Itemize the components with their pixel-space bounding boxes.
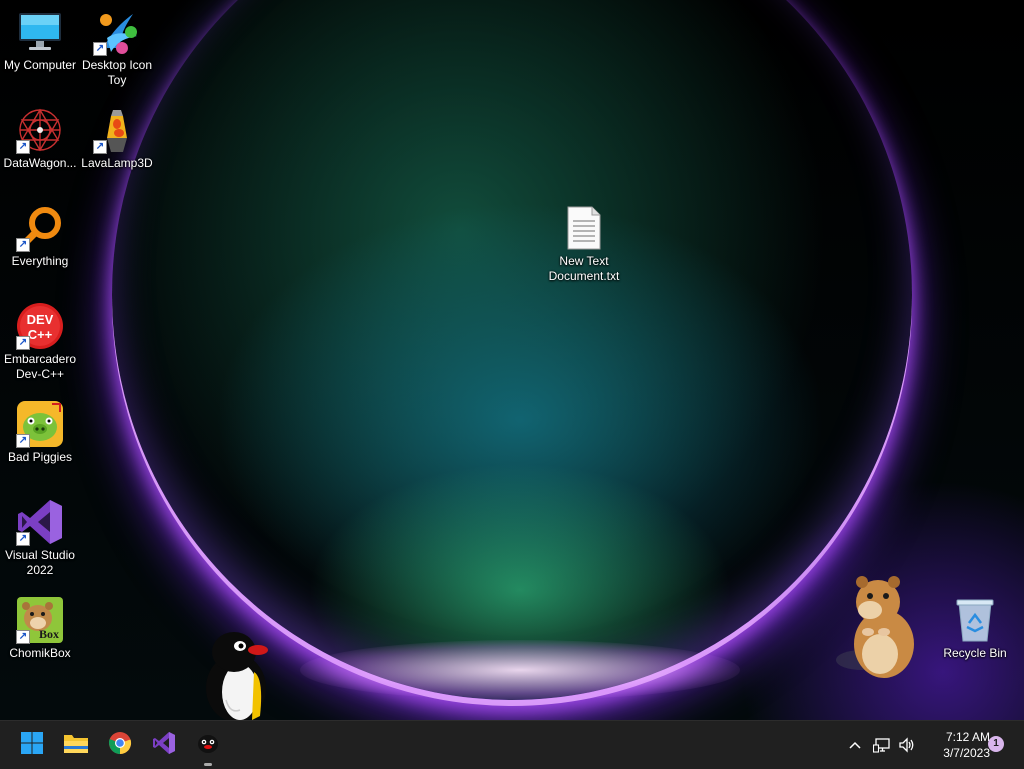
- shortcut-arrow-icon: ↗: [93, 140, 107, 154]
- desktop-icon-recycle-bin[interactable]: Recycle Bin: [935, 596, 1015, 661]
- clock-date: 3/7/2023: [943, 746, 990, 760]
- icon-label: LavaLamp3D: [81, 156, 153, 170]
- taskbar: 7:12 AM 3/7/2023: [0, 720, 1024, 769]
- taskbar-visual-studio[interactable]: [148, 729, 180, 761]
- shortcut-arrow-icon: ↗: [93, 42, 107, 56]
- text-file-icon: [560, 204, 608, 252]
- taskbar-clock[interactable]: 7:12 AM 3/7/2023: [922, 729, 990, 761]
- devcpp-icon: DEV C++ ↗: [16, 302, 64, 350]
- windows-logo-icon: [20, 731, 44, 760]
- notification-badge[interactable]: 1: [988, 736, 1004, 752]
- desktop-icon-bad-piggies[interactable]: ↗ Bad Piggies: [0, 400, 80, 465]
- taskbar-chrome[interactable]: [104, 729, 136, 761]
- taskbar-penguin-app[interactable]: [192, 729, 224, 766]
- shortcut-arrow-icon: ↗: [16, 630, 30, 644]
- desktop-icon-lavalamp3d[interactable]: ↗ LavaLamp3D: [77, 106, 157, 171]
- shortcut-arrow-icon: ↗: [16, 238, 30, 252]
- svg-text:DEV: DEV: [27, 312, 54, 327]
- visual-studio-icon: [152, 731, 176, 760]
- icon-label: Visual Studio 2022: [5, 548, 75, 577]
- running-indicator: [204, 763, 212, 766]
- penguin-mascot[interactable]: [200, 628, 272, 720]
- taskbar-file-explorer[interactable]: [60, 729, 92, 761]
- chevron-up-icon[interactable]: [845, 735, 865, 755]
- icon-label: Desktop Icon Toy: [81, 58, 153, 87]
- icon-label: My Computer: [3, 58, 77, 72]
- chrome-icon: [108, 731, 132, 760]
- icon-label: DataWagon...: [3, 156, 77, 170]
- svg-text:Box: Box: [39, 627, 59, 641]
- desktop-icon-chomikbox[interactable]: Box ↗ ChomikBox: [0, 596, 80, 661]
- icon-label: Everything: [11, 254, 69, 268]
- desktop-icon-everything[interactable]: ↗ Everything: [0, 204, 80, 269]
- wallpaper-orb: [112, 0, 912, 700]
- icon-label: Recycle Bin: [943, 646, 1007, 660]
- magnifier-icon: ↗: [16, 204, 64, 252]
- datawagon-icon: ↗: [16, 106, 64, 154]
- chomikbox-icon: Box ↗: [16, 596, 64, 644]
- desktop-icon-datawagon[interactable]: ↗ DataWagon...: [0, 106, 80, 171]
- visual-studio-icon: ↗: [16, 498, 64, 546]
- clock-time: 7:12 AM: [945, 730, 990, 744]
- hamster-mascot[interactable]: [832, 572, 922, 680]
- icon-label: Bad Piggies: [7, 450, 73, 464]
- lava-lamp-icon: ↗: [93, 106, 141, 154]
- desktop-icon-desktop-icon-toy[interactable]: ↗ Desktop Icon Toy: [77, 8, 157, 88]
- desktop-icon-visual-studio-2022[interactable]: ↗ Visual Studio 2022: [0, 498, 80, 578]
- network-icon[interactable]: [872, 735, 892, 755]
- folder-icon: [63, 732, 89, 759]
- bad-piggies-icon: ↗: [16, 400, 64, 448]
- icon-label: ChomikBox: [9, 646, 71, 660]
- desktop-icon-my-computer[interactable]: My Computer: [0, 8, 80, 73]
- desktop-icon-embarcadero-dev-cpp[interactable]: DEV C++ ↗ Embarcadero Dev-C++: [0, 302, 80, 382]
- icon-label: New Text Document.txt: [548, 254, 620, 283]
- penguin-icon: [196, 731, 220, 760]
- monitor-icon: [16, 8, 64, 56]
- shortcut-arrow-icon: ↗: [16, 434, 30, 448]
- desktop-icon-toy-icon: ↗: [93, 8, 141, 56]
- svg-text:C++: C++: [28, 327, 53, 342]
- shortcut-arrow-icon: ↗: [16, 336, 30, 350]
- desktop-icon-new-text-document[interactable]: New Text Document.txt: [544, 204, 624, 284]
- shortcut-arrow-icon: ↗: [16, 532, 30, 546]
- shortcut-arrow-icon: ↗: [16, 140, 30, 154]
- volume-icon[interactable]: [897, 735, 917, 755]
- desktop-wallpaper[interactable]: My Computer ↗ Desktop Icon Toy ↗ DataWag…: [0, 0, 1024, 720]
- icon-label: Embarcadero Dev-C++: [3, 352, 77, 381]
- start-button[interactable]: [16, 729, 48, 761]
- recycle-bin-icon: [951, 596, 999, 644]
- wallpaper-glow: [300, 640, 740, 700]
